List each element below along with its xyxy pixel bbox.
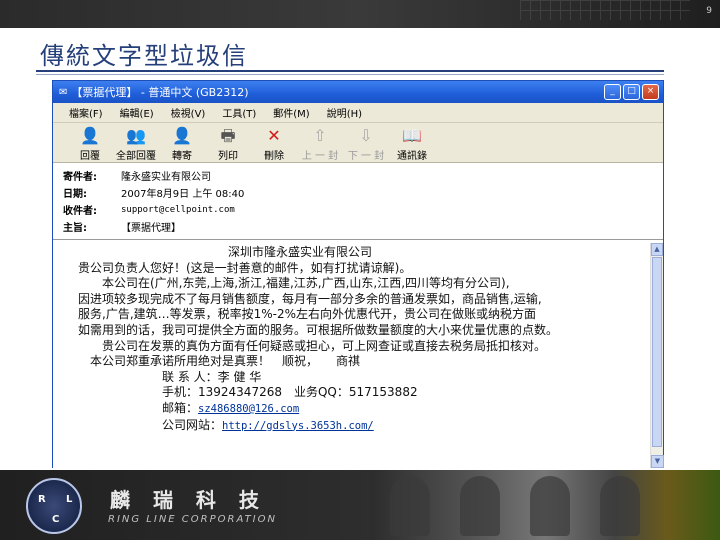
address-book-button[interactable]: 📖 通訊錄 bbox=[389, 123, 435, 162]
email-window: ✉ 【票据代理】 - 普通中文 (GB2312) _ □ × 檔案(F) 編輯(… bbox=[52, 80, 664, 468]
date-label: 日期: bbox=[63, 189, 87, 200]
person-silhouette bbox=[600, 476, 640, 536]
body-line: 本公司在(广州,东莞,上海,浙江,福建,江苏,广西,山东,江西,四川等均有分公司… bbox=[78, 276, 510, 291]
scroll-thumb[interactable] bbox=[652, 257, 662, 447]
footer-banner: R L C 麟 瑞 科 技 RING LINE CORPORATION bbox=[0, 470, 720, 540]
forward-button[interactable]: 👤 轉寄 bbox=[159, 123, 205, 162]
vertical-scrollbar[interactable]: ▲ ▼ bbox=[650, 243, 664, 468]
company-logo: R L C bbox=[26, 478, 82, 534]
body-line: 贵公司负责人您好！(这是一封善意的邮件，如有打扰请谅解)。 bbox=[78, 260, 412, 275]
next-icon: ⇩ bbox=[359, 126, 373, 145]
logo-letter-l: L bbox=[66, 494, 73, 505]
menu-edit[interactable]: 編輯(E) bbox=[120, 105, 154, 120]
window-controls: _ □ × bbox=[604, 84, 659, 100]
forward-icon: 👤 bbox=[172, 126, 192, 145]
delete-button[interactable]: ✕ 刪除 bbox=[251, 123, 297, 162]
site-link[interactable]: http://gdslys.3653h.com/ bbox=[222, 420, 374, 432]
delete-label: 刪除 bbox=[264, 151, 284, 162]
title-rule-thin bbox=[36, 74, 664, 75]
subject-label: 主旨: bbox=[63, 223, 87, 234]
top-banner: 9 bbox=[0, 0, 720, 28]
menu-file[interactable]: 檔案(F) bbox=[69, 105, 103, 120]
logo-letter-r: R bbox=[38, 494, 46, 505]
menu-tools[interactable]: 工具(T) bbox=[222, 105, 256, 120]
date-value: 2007年8月9日 上午 08:40 bbox=[121, 189, 245, 200]
reply-all-button[interactable]: 👥 全部回覆 bbox=[113, 123, 159, 162]
person-silhouette bbox=[460, 476, 500, 536]
menu-bar: 檔案(F) 編輯(E) 檢視(V) 工具(T) 郵件(M) 說明(H) bbox=[53, 103, 663, 123]
menu-message[interactable]: 郵件(M) bbox=[273, 105, 309, 120]
banner-grid-decoration bbox=[520, 0, 690, 20]
reply-all-icon: 👥 bbox=[126, 126, 146, 145]
previous-button[interactable]: ⇧ 上 一 封 bbox=[297, 123, 343, 162]
body-line: 贵公司在发票的真伪方面有任何疑惑或担心，可上网查证或直接去税务局抵扣核对。 bbox=[78, 338, 547, 353]
site-label: 公司网站： bbox=[78, 417, 223, 432]
person-silhouette bbox=[390, 476, 430, 536]
scroll-up-icon[interactable]: ▲ bbox=[651, 243, 663, 256]
previous-label: 上 一 封 bbox=[301, 151, 339, 162]
body-line: 本公司郑重承诺所用绝对是真票！ 顺祝， 商祺 bbox=[78, 354, 361, 369]
header-subject: 主旨: 【票据代理】 bbox=[63, 218, 663, 235]
next-button[interactable]: ⇩ 下 一 封 bbox=[343, 123, 389, 162]
address-book-label: 通訊錄 bbox=[397, 151, 427, 162]
reply-label: 回覆 bbox=[80, 151, 100, 162]
body-contact: 联 系 人：李 健 华 bbox=[78, 369, 262, 384]
slide-number: 9 bbox=[706, 6, 712, 16]
body-mobile: 手机：13924347268 业务QQ：517153882 bbox=[78, 385, 418, 400]
toolbar: 👤 回覆 👥 全部回覆 👤 轉寄 🖶 列印 ✕ 刪除 ⇧ 上 一 封 ⇩ 下 一… bbox=[53, 123, 663, 163]
previous-icon: ⇧ bbox=[313, 126, 327, 145]
message-body[interactable]: 深圳市隆永盛实业有限公司 贵公司负责人您好！(这是一封善意的邮件，如有打扰请谅解… bbox=[53, 243, 651, 468]
reply-icon: 👤 bbox=[80, 126, 100, 145]
address-book-icon: 📖 bbox=[402, 126, 422, 145]
body-line: 如需用到的话，我司可提供全方面的服务。可根据所做数量额度的大小来优量优惠的点数。 bbox=[78, 322, 559, 337]
next-label: 下 一 封 bbox=[347, 151, 385, 162]
to-value[interactable]: support@cellpoint.com bbox=[121, 205, 235, 215]
subject-value: 【票据代理】 bbox=[121, 223, 181, 234]
brand-name-cn: 麟 瑞 科 技 bbox=[110, 488, 267, 512]
message-headers: 寄件者: 隆永盛实业有限公司 日期: 2007年8月9日 上午 08:40 收件… bbox=[53, 163, 663, 240]
footer-photo-strip bbox=[370, 470, 720, 540]
email-label: 邮箱： bbox=[78, 400, 199, 415]
email-link[interactable]: sz486880@126.com bbox=[198, 403, 299, 415]
header-to: 收件者: support@cellpoint.com bbox=[63, 201, 663, 218]
body-line: 因进项较多现完成不了每月销售额度，每月有一部分多余的普通发票如，商品销售,运输, bbox=[78, 291, 542, 306]
window-title: 【票据代理】 - 普通中文 (GB2312) bbox=[71, 86, 249, 99]
from-value[interactable]: 隆永盛实业有限公司 bbox=[121, 168, 211, 183]
forward-label: 轉寄 bbox=[172, 151, 192, 162]
window-titlebar[interactable]: ✉ 【票据代理】 - 普通中文 (GB2312) _ □ × bbox=[53, 81, 663, 103]
body-email-row: 邮箱：sz486880@126.com bbox=[78, 401, 651, 418]
from-label: 寄件者: bbox=[63, 172, 97, 183]
reply-button[interactable]: 👤 回覆 bbox=[67, 123, 113, 162]
mail-envelope-icon: ✉ bbox=[59, 86, 68, 98]
logo-letter-c: C bbox=[52, 514, 60, 525]
menu-view[interactable]: 檢視(V) bbox=[171, 105, 206, 120]
slide-title: 傳統文字型垃圾信 bbox=[40, 42, 248, 70]
close-button[interactable]: × bbox=[642, 84, 659, 100]
scroll-down-icon[interactable]: ▼ bbox=[651, 455, 664, 468]
body-line: 服务,广告,建筑…等发票，税率按1%-2%左右向外优惠代开，贵公司在做账或纳税方… bbox=[78, 307, 537, 322]
brand-name-en: RING LINE CORPORATION bbox=[108, 514, 277, 525]
minimize-button[interactable]: _ bbox=[604, 84, 621, 100]
print-button[interactable]: 🖶 列印 bbox=[205, 123, 251, 162]
header-date: 日期: 2007年8月9日 上午 08:40 bbox=[63, 184, 663, 201]
body-company: 深圳市隆永盛实业有限公司 bbox=[228, 245, 373, 259]
reply-all-label: 全部回覆 bbox=[116, 151, 156, 162]
maximize-button[interactable]: □ bbox=[623, 84, 640, 100]
to-label: 收件者: bbox=[63, 206, 97, 217]
person-silhouette bbox=[530, 476, 570, 536]
body-site-row: 公司网站：http://gdslys.3653h.com/ bbox=[78, 418, 651, 435]
title-rule bbox=[36, 70, 664, 72]
header-from: 寄件者: 隆永盛实业有限公司 bbox=[63, 167, 663, 184]
menu-help[interactable]: 說明(H) bbox=[327, 105, 362, 120]
print-icon: 🖶 bbox=[220, 126, 236, 145]
print-label: 列印 bbox=[218, 151, 238, 162]
delete-icon: ✕ bbox=[267, 126, 281, 145]
